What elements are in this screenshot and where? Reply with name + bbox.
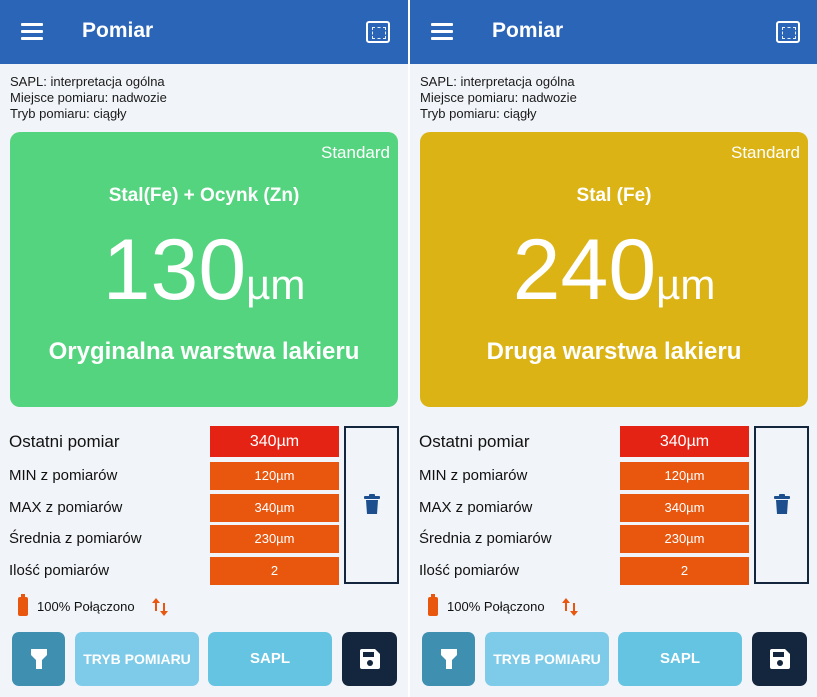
info-mode: Tryb pomiaru: ciągły <box>420 106 537 121</box>
material-label: Stal(Fe) + Ocynk (Zn) <box>108 185 300 206</box>
stat-label-last: Ostatni pomiar <box>419 432 530 451</box>
thickness-value: 240µm <box>420 218 808 322</box>
stat-value-last: 340µm <box>620 426 749 457</box>
stat-value-min: 120µm <box>210 462 339 490</box>
stat-value-max: 340µm <box>620 494 749 522</box>
battery-icon <box>18 594 28 616</box>
info-sapl: SAPL: interpretacja ogólna <box>420 74 575 89</box>
result-card: Standard Stal (Fe) 240µm Druga warstwa l… <box>420 132 808 407</box>
flashlight-button[interactable] <box>12 632 65 686</box>
thickness-number: 240 <box>512 222 657 318</box>
info-location: Miejsce pomiaru: nadwozie <box>420 90 577 105</box>
stat-label-avg: Średnia z pomiarów <box>419 530 552 547</box>
measurement-info: SAPL: interpretacja ogólna Miejsce pomia… <box>420 74 577 122</box>
info-location: Miejsce pomiaru: nadwozie <box>10 90 167 105</box>
layer-interpretation: Druga warstwa lakieru <box>486 338 742 365</box>
sapl-button[interactable]: SAPL <box>618 632 742 686</box>
stat-label-avg: Średnia z pomiarów <box>9 530 142 547</box>
stat-value-avg: 230µm <box>620 525 749 553</box>
flashlight-icon <box>30 649 47 669</box>
clear-measurements-button[interactable] <box>344 426 399 584</box>
up-down-arrows-icon <box>562 598 578 616</box>
stat-value-count: 2 <box>210 557 339 585</box>
hamburger-icon[interactable] <box>21 23 43 40</box>
standard-label: Standard <box>321 143 390 162</box>
measurement-screen-2: Pomiar SAPL: interpretacja ogólna Miejsc… <box>410 0 817 697</box>
fullscreen-icon[interactable] <box>366 21 390 43</box>
battery-icon <box>428 594 438 616</box>
stat-value-count: 2 <box>620 557 749 585</box>
measurement-info: SAPL: interpretacja ogólna Miejsce pomia… <box>10 74 167 122</box>
stat-label-count: Ilość pomiarów <box>419 562 520 579</box>
up-down-arrows-icon <box>152 598 168 616</box>
thickness-value: 130µm <box>10 218 398 322</box>
trash-icon <box>364 494 380 514</box>
sapl-button[interactable]: SAPL <box>208 632 332 686</box>
app-bar: Pomiar <box>410 0 817 64</box>
material-label: Stal (Fe) <box>576 185 652 206</box>
app-title: Pomiar <box>82 19 154 42</box>
floppy-disk-icon <box>359 649 380 669</box>
info-sapl: SAPL: interpretacja ogólna <box>10 74 165 89</box>
fullscreen-icon[interactable] <box>776 21 800 43</box>
clear-measurements-button[interactable] <box>754 426 809 584</box>
save-button[interactable] <box>342 632 397 686</box>
stat-label-last: Ostatni pomiar <box>9 432 120 451</box>
stat-label-count: Ilość pomiarów <box>9 562 110 579</box>
floppy-disk-icon <box>769 649 790 669</box>
layer-interpretation: Oryginalna warstwa lakieru <box>48 338 360 365</box>
thickness-unit: µm <box>656 261 716 308</box>
standard-label: Standard <box>731 143 800 162</box>
stat-label-max: MAX z pomiarów <box>419 499 533 516</box>
thickness-number: 130 <box>102 222 247 318</box>
info-mode: Tryb pomiaru: ciągły <box>10 106 127 121</box>
app-bar: Pomiar <box>0 0 408 64</box>
stat-label-min: MIN z pomiarów <box>419 467 528 484</box>
flashlight-icon <box>440 649 457 669</box>
stat-label-min: MIN z pomiarów <box>9 467 118 484</box>
stat-value-last: 340µm <box>210 426 339 457</box>
trash-icon <box>774 494 790 514</box>
save-button[interactable] <box>752 632 807 686</box>
stat-value-min: 120µm <box>620 462 749 490</box>
measurement-mode-button[interactable]: TRYB POMIARU <box>485 632 609 686</box>
result-card: Standard Stal(Fe) + Ocynk (Zn) 130µm Ory… <box>10 132 398 407</box>
thickness-unit: µm <box>246 261 306 308</box>
flashlight-button[interactable] <box>422 632 475 686</box>
stat-label-max: MAX z pomiarów <box>9 499 123 516</box>
stat-value-avg: 230µm <box>210 525 339 553</box>
hamburger-icon[interactable] <box>431 23 453 40</box>
connection-status: 100% Połączono <box>37 599 135 614</box>
connection-status: 100% Połączono <box>447 599 545 614</box>
stat-value-max: 340µm <box>210 494 339 522</box>
measurement-mode-button[interactable]: TRYB POMIARU <box>75 632 199 686</box>
measurement-screen-1: Pomiar SAPL: interpretacja ogólna Miejsc… <box>0 0 408 697</box>
app-title: Pomiar <box>492 19 564 42</box>
